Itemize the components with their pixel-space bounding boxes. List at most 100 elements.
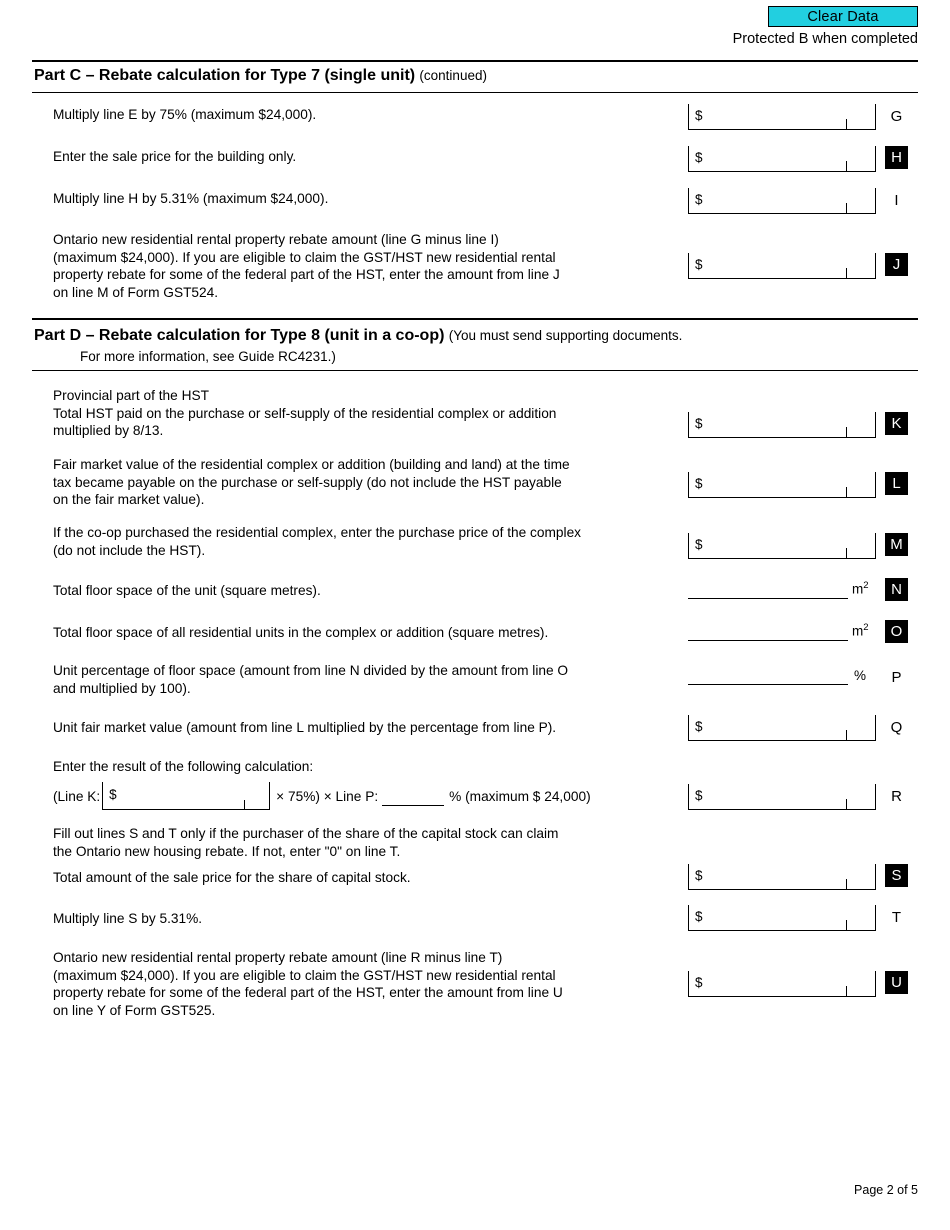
row-t-amount-field[interactable]: $ — [688, 905, 876, 931]
clear-data-button[interactable]: Clear Data — [768, 6, 918, 27]
part-c-heading-rule — [32, 92, 918, 93]
row-g-text: Multiply line E by 75% (maximum $24,000)… — [53, 107, 317, 122]
part-c-heading-note: (continued) — [419, 68, 487, 83]
line-label-t: T — [891, 909, 902, 926]
line-label-m: M — [885, 533, 908, 556]
row-q-text: Unit fair market value (amount from line… — [53, 720, 557, 735]
line-label-r: R — [891, 788, 902, 805]
row-j-amount-field[interactable]: $ — [688, 253, 876, 279]
cents-divider — [845, 119, 847, 129]
cents-divider — [845, 203, 847, 213]
row-u-amount-field[interactable]: $ — [688, 971, 876, 997]
row-o-input[interactable] — [692, 618, 846, 640]
calc-line-p-input[interactable] — [384, 786, 445, 806]
row-r-amount-field[interactable]: $ — [688, 784, 876, 810]
dollar-sign-icon: $ — [695, 416, 703, 431]
row-p-percent-field[interactable] — [688, 661, 848, 685]
row-u-input[interactable] — [709, 973, 843, 995]
line-label-p: P — [891, 669, 902, 686]
part-d-heading-subnote: For more information, see Guide RC4231.) — [80, 349, 336, 364]
cents-divider — [845, 548, 847, 558]
line-label-n: N — [885, 578, 908, 601]
line-label-k: K — [885, 412, 908, 435]
part-d-heading: Part D – Rebate calculation for Type 8 (… — [34, 327, 682, 345]
dollar-sign-icon: $ — [695, 150, 703, 165]
dollar-sign-icon: $ — [695, 868, 703, 883]
row-k-text: Provincial part of the HST Total HST pai… — [53, 388, 557, 438]
row-u-text: Ontario new residential rental property … — [53, 950, 563, 1018]
row-i-amount-field[interactable]: $ — [688, 188, 876, 214]
row-q-amount-field[interactable]: $ — [688, 715, 876, 741]
part-c-heading-title: Part C – Rebate calculation for Type 7 (… — [34, 67, 416, 84]
cents-divider — [845, 879, 847, 889]
row-s-amount-field[interactable]: $ — [688, 864, 876, 890]
page-number-label: Page 2 of 5 — [854, 1183, 918, 1197]
calc-intro-text: Enter the result of the following calcul… — [53, 759, 314, 774]
dollar-sign-icon: $ — [695, 537, 703, 552]
row-p-input[interactable] — [692, 662, 846, 684]
row-m-amount-field[interactable]: $ — [688, 533, 876, 559]
row-k-input[interactable] — [709, 414, 843, 436]
row-o-area-field[interactable] — [688, 617, 848, 641]
row-t-text: Multiply line S by 5.31%. — [53, 911, 203, 926]
calc-line-p-field[interactable] — [382, 786, 445, 806]
part-d-heading-note: (You must send supporting documents. — [448, 328, 683, 343]
cents-divider — [845, 986, 847, 996]
row-g-input[interactable] — [709, 106, 843, 128]
calc-suffix-label: % (maximum $ 24,000) — [449, 788, 591, 804]
cents-divider — [845, 799, 847, 809]
note-lines-s-t: Fill out lines S and T only if the purch… — [53, 826, 559, 859]
row-l-input[interactable] — [709, 474, 843, 496]
line-label-o: O — [885, 620, 908, 643]
part-d-heading-rule — [32, 370, 918, 371]
row-k-amount-field[interactable]: $ — [688, 412, 876, 438]
row-t-input[interactable] — [709, 907, 843, 929]
row-s-input[interactable] — [709, 866, 843, 888]
row-o-text: Total floor space of all residential uni… — [53, 625, 549, 640]
line-label-h: H — [885, 146, 908, 169]
cents-divider — [845, 161, 847, 171]
row-h-amount-field[interactable]: $ — [688, 146, 876, 172]
row-p-unit-label: % — [854, 668, 867, 683]
dollar-sign-icon: $ — [695, 476, 703, 491]
calc-middle-label: × 75%) × Line P: — [276, 788, 379, 804]
row-j-text: Ontario new residential rental property … — [53, 232, 560, 300]
row-h-input[interactable] — [709, 148, 843, 170]
row-g-amount-field[interactable]: $ — [688, 104, 876, 130]
line-label-i: I — [894, 192, 899, 209]
line-label-q: Q — [890, 719, 903, 736]
row-r-input[interactable] — [709, 786, 843, 808]
calc-line-k-field[interactable]: $ — [102, 782, 271, 810]
row-i-text: Multiply line H by 5.31% (maximum $24,00… — [53, 191, 329, 206]
calc-line-k-input[interactable] — [123, 785, 246, 807]
row-n-input[interactable] — [692, 576, 846, 598]
dollar-sign-icon: $ — [695, 719, 703, 734]
protected-b-notice: Protected B when completed — [732, 31, 918, 47]
dollar-sign-icon: $ — [695, 788, 703, 803]
row-j-input[interactable] — [709, 255, 843, 277]
part-d-top-rule — [32, 318, 918, 320]
row-i-input[interactable] — [709, 190, 843, 212]
row-m-input[interactable] — [709, 535, 843, 557]
row-l-amount-field[interactable]: $ — [688, 472, 876, 498]
row-l-text: Fair market value of the residential com… — [53, 457, 570, 507]
dollar-sign-icon: $ — [695, 975, 703, 990]
cents-divider — [243, 800, 246, 809]
row-p-text: Unit percentage of floor space (amount f… — [53, 663, 569, 696]
dollar-sign-icon: $ — [695, 909, 703, 924]
cents-divider — [845, 487, 847, 497]
row-q-input[interactable] — [709, 717, 843, 739]
dollar-sign-icon: $ — [695, 108, 703, 123]
calc-row-r: (Line K: $ × 75%) × Line P: % (maximum $… — [53, 782, 591, 812]
row-o-unit-label: m2 — [852, 622, 869, 639]
cents-divider — [845, 427, 847, 437]
row-m-text: If the co-op purchased the residential c… — [53, 525, 582, 558]
line-label-l: L — [885, 472, 908, 495]
cents-divider — [845, 920, 847, 930]
part-d-heading-title: Part D – Rebate calculation for Type 8 (… — [34, 327, 445, 344]
cents-divider — [845, 268, 847, 278]
part-c-top-rule — [32, 60, 918, 62]
row-n-area-field[interactable] — [688, 575, 848, 599]
row-n-unit-label: m2 — [852, 580, 869, 597]
part-c-heading: Part C – Rebate calculation for Type 7 (… — [34, 67, 487, 85]
